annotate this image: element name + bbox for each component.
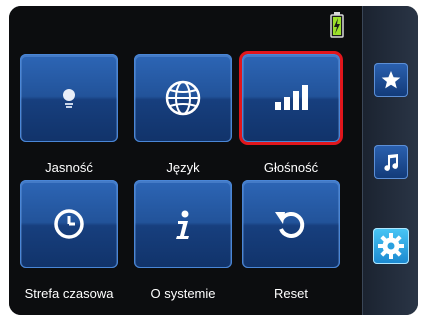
tile-brightness[interactable] [20, 54, 118, 142]
tile-language-label: Język [166, 160, 200, 175]
battery-charging-icon [330, 12, 344, 38]
gear-icon [378, 233, 404, 259]
tile-volume[interactable] [239, 51, 343, 145]
tile-reset[interactable] [242, 180, 340, 268]
tile-language[interactable] [134, 54, 232, 142]
sidebar-music-button[interactable] [374, 145, 408, 179]
tile-about[interactable] [134, 180, 232, 268]
volume-bars-icon [275, 85, 308, 110]
tile-timezone-label: Strefa czasowa [24, 286, 114, 301]
settings-panel: Jasność Język Głośność Strefa czasowa O … [9, 6, 362, 315]
tile-volume-label: Głośność [263, 160, 319, 175]
sidebar [362, 6, 418, 315]
globe-icon [165, 80, 201, 116]
tile-about-label: O systemie [150, 286, 216, 301]
info-icon [176, 210, 189, 239]
clock-icon [54, 209, 84, 239]
tile-timezone[interactable] [20, 180, 118, 268]
tile-reset-label: Reset [274, 286, 308, 301]
device-screen: Jasność Język Głośność Strefa czasowa O … [9, 6, 418, 315]
sidebar-favorites-button[interactable] [374, 63, 408, 97]
brightness-icon [63, 89, 75, 108]
sidebar-settings-button[interactable] [373, 228, 409, 264]
tile-brightness-label: Jasność [45, 160, 93, 175]
music-note-icon [384, 154, 399, 171]
star-icon [381, 71, 401, 89]
reset-arrow-icon [275, 211, 305, 238]
